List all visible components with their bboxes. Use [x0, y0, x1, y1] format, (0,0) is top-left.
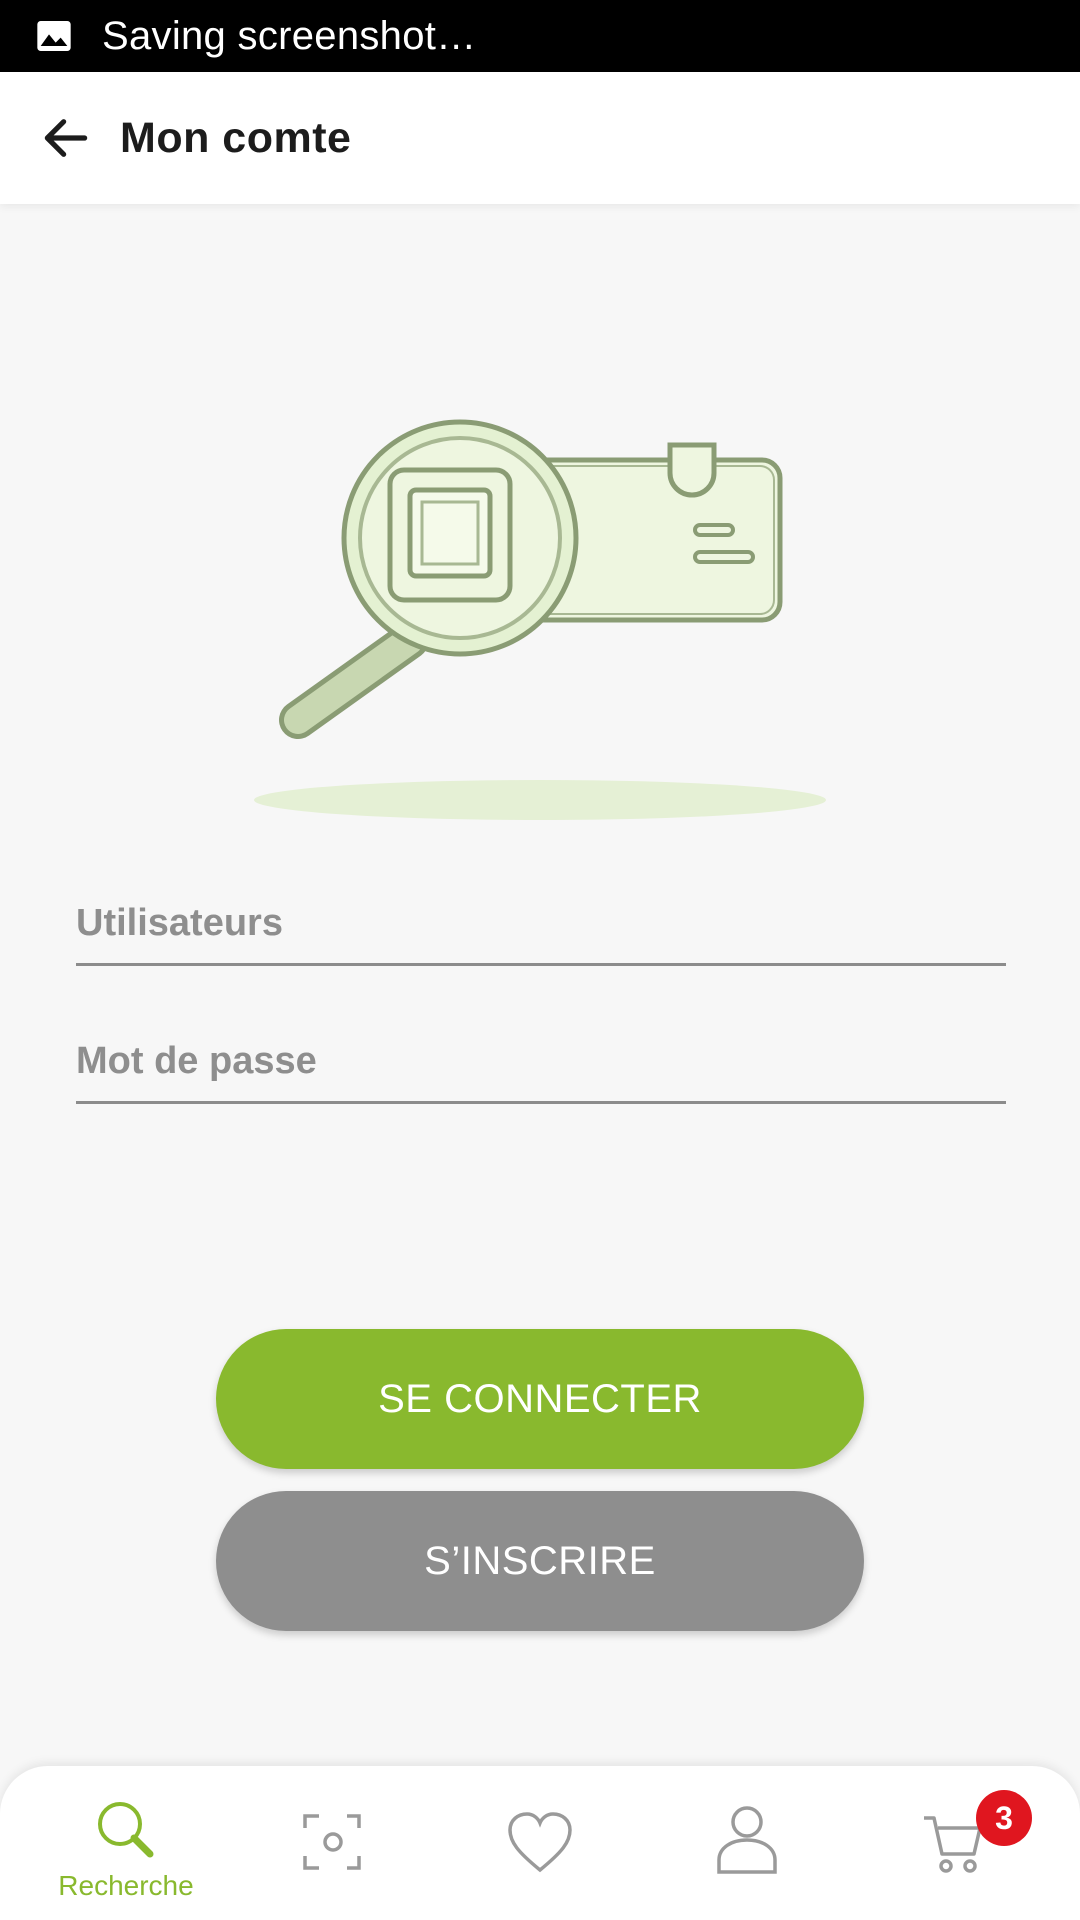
username-field	[76, 866, 1006, 966]
page-title: Mon comte	[120, 113, 352, 162]
back-button[interactable]	[34, 106, 98, 170]
password-field	[76, 1004, 1006, 1104]
nav-item-search-label: Recherche	[58, 1870, 194, 1901]
password-input[interactable]	[76, 1040, 1006, 1083]
bottom-nav: Recherche 3	[0, 1766, 1080, 1920]
magnifier-id-card-illustration	[254, 419, 826, 820]
scan-icon	[303, 1814, 361, 1870]
search-icon	[98, 1802, 154, 1858]
status-text: Saving screenshot…	[102, 13, 477, 58]
app-bar: Mon comte	[0, 72, 1080, 204]
nav-item-favorites[interactable]	[432, 1766, 648, 1920]
nav-item-search[interactable]: Recherche	[18, 1766, 234, 1920]
username-input[interactable]	[76, 902, 1006, 945]
nav-item-account[interactable]	[639, 1766, 855, 1920]
login-button[interactable]: SE CONNECTER	[216, 1329, 864, 1469]
signup-button-label: S’INSCRIRE	[424, 1538, 656, 1583]
nav-item-scan[interactable]	[225, 1766, 441, 1920]
cart-badge: 3	[976, 1790, 1032, 1846]
arrow-left-icon	[44, 119, 88, 157]
signup-button[interactable]: S’INSCRIRE	[216, 1491, 864, 1631]
status-bar: Saving screenshot…	[0, 0, 1080, 72]
nav-item-cart[interactable]: 3	[846, 1766, 1062, 1920]
image-icon	[37, 21, 71, 51]
login-button-label: SE CONNECTER	[378, 1376, 702, 1421]
user-icon	[717, 1806, 777, 1874]
heart-icon	[508, 1812, 572, 1873]
